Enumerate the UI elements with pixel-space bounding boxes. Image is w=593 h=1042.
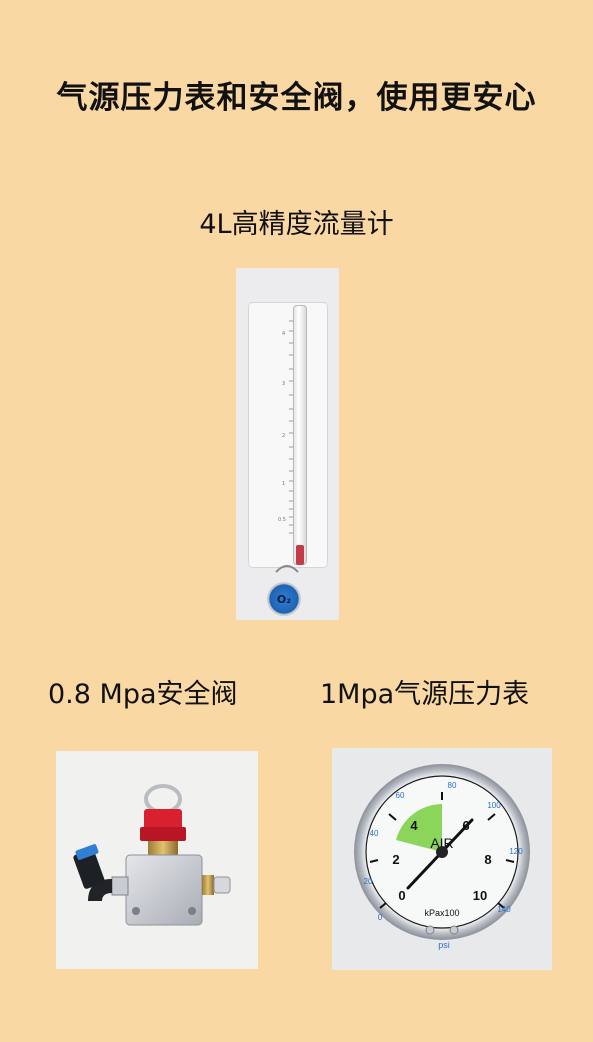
svg-text:3: 3 xyxy=(282,381,285,387)
svg-text:psi: psi xyxy=(438,940,450,950)
pressure-gauge-dial: 0 2 4 6 8 10 0 20 40 60 80 100 120 140 A… xyxy=(354,764,530,950)
pressure-gauge-image: 0 2 4 6 8 10 0 20 40 60 80 100 120 140 A… xyxy=(332,748,552,970)
svg-text:4: 4 xyxy=(410,818,418,833)
flowmeter-caption: 4L高精度流量计 xyxy=(199,209,394,240)
oxygen-knob: O₂ xyxy=(267,582,301,616)
svg-text:0: 0 xyxy=(378,913,383,922)
safety-valve-caption: 0.8 Mpa安全阀 xyxy=(48,679,238,710)
svg-text:0.5: 0.5 xyxy=(278,517,286,523)
svg-text:2: 2 xyxy=(392,852,399,867)
svg-text:10: 10 xyxy=(473,888,487,903)
flowmeter-tube xyxy=(293,305,307,565)
svg-text:140: 140 xyxy=(497,905,511,914)
svg-text:100: 100 xyxy=(487,801,501,810)
page-headline: 气源压力表和安全阀，使用更安心 xyxy=(56,80,537,116)
safety-valve-image xyxy=(56,751,258,969)
pressure-gauge-caption: 1Mpa气源压力表 xyxy=(320,679,530,710)
svg-text:1: 1 xyxy=(282,481,285,487)
flowmeter-image: 4 3 2 1 0.5 O₂ xyxy=(236,268,339,620)
svg-text:4: 4 xyxy=(282,331,285,337)
svg-text:20: 20 xyxy=(364,877,373,886)
svg-text:2: 2 xyxy=(282,433,285,439)
svg-text:60: 60 xyxy=(396,791,405,800)
svg-text:kPax100: kPax100 xyxy=(424,908,459,918)
flowmeter-scale: 4 3 2 1 0.5 xyxy=(278,320,295,534)
svg-text:40: 40 xyxy=(370,829,379,838)
svg-text:120: 120 xyxy=(509,847,523,856)
flowmeter-window: 4 3 2 1 0.5 xyxy=(248,302,328,568)
svg-text:0: 0 xyxy=(398,888,405,903)
svg-text:80: 80 xyxy=(448,781,457,790)
svg-text:8: 8 xyxy=(484,852,491,867)
safety-valve-illustration xyxy=(73,784,231,926)
oxygen-knob-label: O₂ xyxy=(276,592,292,606)
rotation-arrow-icon xyxy=(275,565,299,573)
